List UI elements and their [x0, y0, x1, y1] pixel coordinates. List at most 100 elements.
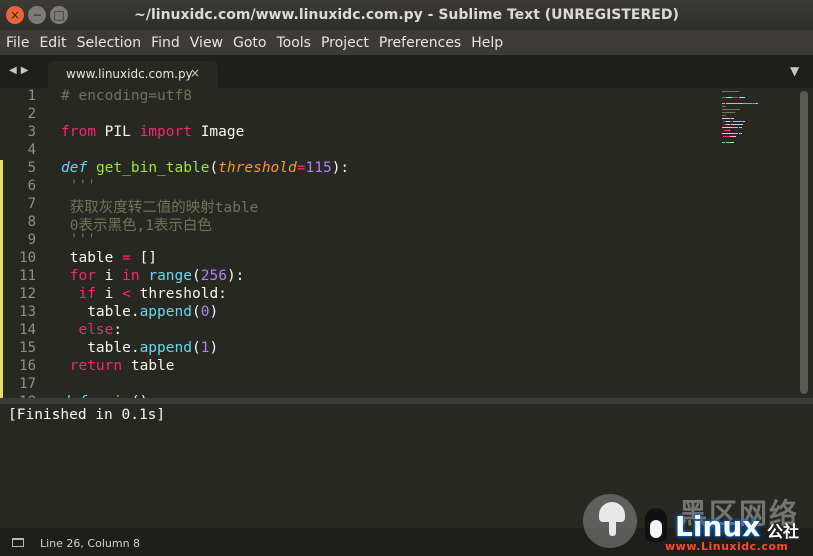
minimap-line — [731, 127, 739, 128]
minimap-line — [722, 118, 730, 119]
code-token: i — [95, 286, 123, 302]
code-token: from — [61, 124, 96, 140]
minimap-line — [722, 127, 732, 128]
minimap-line — [730, 142, 735, 143]
code-token: threshold — [218, 160, 297, 176]
code-token: Image — [191, 124, 245, 140]
code-token: [] — [130, 250, 158, 266]
minimap-line — [722, 133, 732, 134]
code-token: ): — [226, 268, 245, 284]
cursor-position: Line 26, Column 8 — [40, 537, 141, 550]
tab-www-linuxidc-com-py[interactable]: www.linuxidc.com.py × — [48, 61, 218, 88]
mushroom-icon — [599, 502, 625, 522]
line-number: 1 — [27, 88, 36, 104]
code-token: table — [122, 358, 175, 374]
code-token: table. — [61, 304, 140, 320]
menu-find[interactable]: Find — [151, 35, 180, 51]
tab-navigation: ◀ ▶ — [9, 65, 28, 76]
code-line: def get_bin_table(threshold=115): — [61, 160, 349, 176]
code-line: table.append(0) — [61, 304, 218, 320]
watermark-url: www.Linuxidc.com — [665, 540, 789, 553]
minimap-line — [730, 124, 743, 125]
code-token: get_bin_table — [95, 160, 210, 176]
line-number: 16 — [19, 358, 36, 374]
menu-project[interactable]: Project — [321, 35, 369, 51]
minimap-line — [728, 130, 730, 131]
code-token: ''' — [61, 232, 96, 248]
line-number: 5 — [27, 160, 36, 176]
line-number: 4 — [27, 142, 36, 158]
code-token: import — [139, 124, 192, 140]
code-line: ''' — [61, 232, 96, 248]
minimap-line — [723, 136, 730, 137]
code-line: for i in range(256): — [61, 268, 245, 284]
line-number: 13 — [19, 304, 36, 320]
minimap-line — [722, 103, 726, 104]
minimap-line — [722, 109, 740, 110]
menu-bar: File Edit Selection Find View Goto Tools Projec… — [0, 30, 813, 55]
code-line: else: — [61, 322, 122, 338]
menu-selection[interactable]: Selection — [77, 35, 142, 51]
code-token: return — [69, 358, 123, 374]
menu-tools[interactable]: Tools — [276, 35, 311, 51]
code-editor[interactable]: 1 # encoding=utf8 2 3 from PIL import Image 4… — [0, 88, 813, 398]
line-number: 2 — [27, 106, 36, 122]
menu-goto[interactable]: Goto — [233, 35, 266, 51]
watermark-brand-suffix: 公社 — [767, 522, 800, 541]
menu-edit[interactable]: Edit — [39, 35, 66, 51]
code-token: table. — [61, 340, 140, 356]
tab-bar: ◀ ▶ www.linuxidc.com.py × ▼ — [0, 55, 813, 88]
tab-next-icon[interactable]: ▶ — [21, 65, 29, 76]
code-token: in — [122, 268, 140, 284]
minimap-line — [722, 142, 726, 143]
line-number: 9 — [27, 232, 36, 248]
code-line: # encoding=utf8 — [61, 88, 192, 104]
code-line: from PIL import Image — [61, 124, 244, 140]
minimap-line — [756, 103, 759, 104]
code-token: : — [113, 322, 123, 338]
code-token: append — [139, 340, 192, 356]
menu-file[interactable]: File — [6, 35, 29, 51]
tab-close-icon[interactable]: × — [190, 66, 200, 80]
watermark: 黑区网络 Linux 公社 www.Linuxidc.com — [583, 490, 811, 554]
line-number: 15 — [19, 340, 36, 356]
code-token: = — [122, 250, 131, 266]
window-title: ~/linuxidc.com/www.linuxidc.com.py - Sub… — [134, 7, 679, 23]
menu-help[interactable]: Help — [471, 35, 503, 51]
editor-scrollbar[interactable] — [800, 91, 808, 394]
tab-prev-icon[interactable]: ◀ — [9, 65, 17, 76]
code-line: ''' — [61, 178, 96, 194]
menu-view[interactable]: View — [190, 35, 223, 51]
minimap-line — [740, 127, 742, 128]
code-token: ''' — [61, 178, 96, 194]
minimap-line — [731, 133, 739, 134]
line-number: 8 — [27, 214, 36, 230]
code-token: if — [78, 286, 96, 302]
minimap-line — [726, 103, 741, 104]
code-line: table = [] — [61, 250, 157, 266]
minimap-line — [738, 97, 746, 98]
line-number: 12 — [19, 286, 36, 302]
minimap-line — [722, 112, 736, 113]
code-line: table.append(1) — [61, 340, 218, 356]
minimap[interactable] — [722, 88, 802, 148]
build-output-text: [Finished in 0.1s] — [8, 407, 166, 423]
line-number: 11 — [19, 268, 36, 284]
minimap-line — [730, 118, 735, 119]
mushroom-stem — [609, 520, 616, 536]
code-token: 256 — [200, 268, 227, 284]
watermark-brand: Linux — [675, 510, 761, 543]
tab-list-dropdown-icon[interactable]: ▼ — [790, 64, 799, 78]
code-token: ( — [191, 304, 201, 320]
code-token: for — [69, 268, 96, 284]
minimap-line — [740, 133, 742, 134]
show-panel-icon[interactable] — [12, 538, 24, 547]
code-token: range — [148, 268, 192, 284]
line-number: 17 — [19, 376, 36, 392]
line-number: 3 — [27, 124, 36, 140]
code-token: def — [61, 160, 88, 176]
menu-preferences[interactable]: Preferences — [379, 35, 461, 51]
